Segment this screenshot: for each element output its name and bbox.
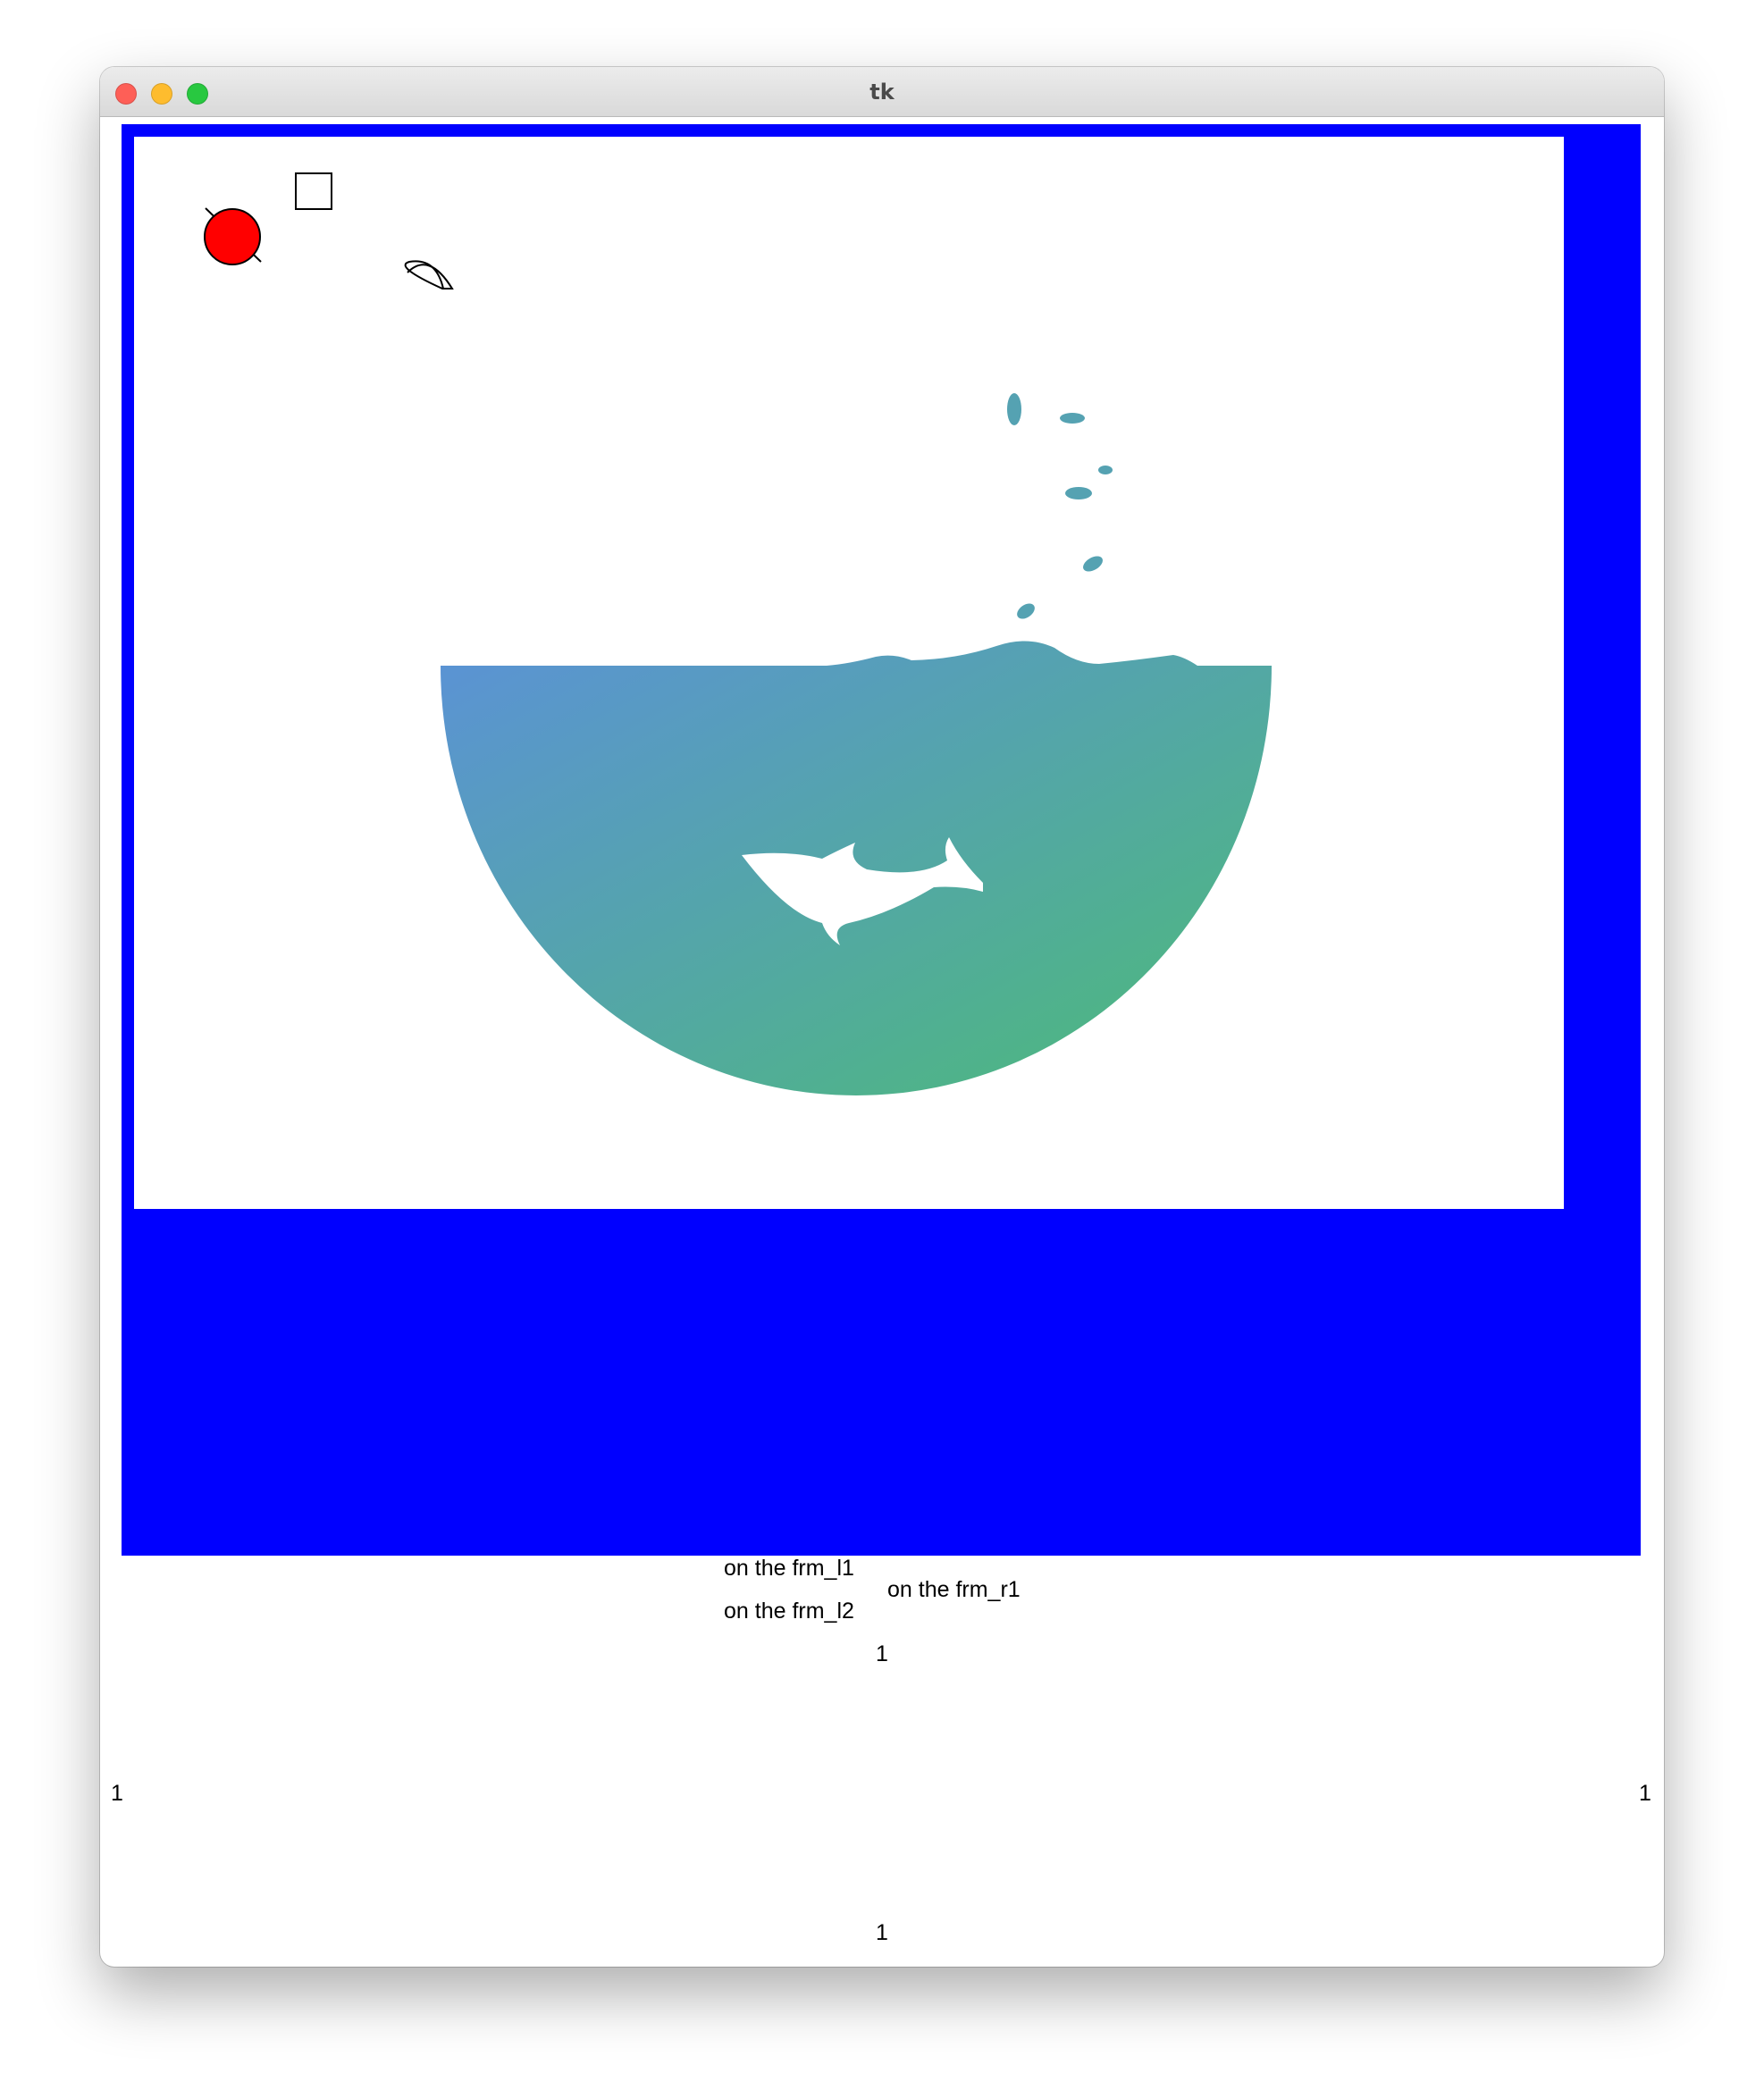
label-top-1: 1 [876,1641,888,1666]
droplet [1017,603,1035,619]
label-bottom-1: 1 [876,1920,888,1945]
droplet [1098,466,1113,474]
label-right-1: 1 [1639,1781,1651,1806]
blue-frame [122,124,1641,1556]
red-oval [204,208,261,265]
fishbowl-icon [441,393,1272,1095]
label-frm-r1: on the frm_r1 [887,1577,1021,1602]
droplet [1060,413,1085,424]
label-left-1: 1 [111,1781,123,1806]
drawing-canvas[interactable] [134,137,1564,1209]
window-title: tk [869,80,895,105]
droplet [1065,487,1092,499]
rectangle-shape [295,172,332,210]
arc-shape [404,260,454,290]
title-bar[interactable]: tk [100,67,1664,117]
canvas-drawing [204,172,1272,1095]
label-frm-l1: on the frm_l1 [724,1556,854,1581]
droplet [1083,556,1103,572]
label-frm-l2: on the frm_l2 [724,1599,854,1624]
droplet [1007,393,1021,425]
tk-window: tk on the frm_l1 on the frm_l2 on the fr… [100,67,1664,1967]
